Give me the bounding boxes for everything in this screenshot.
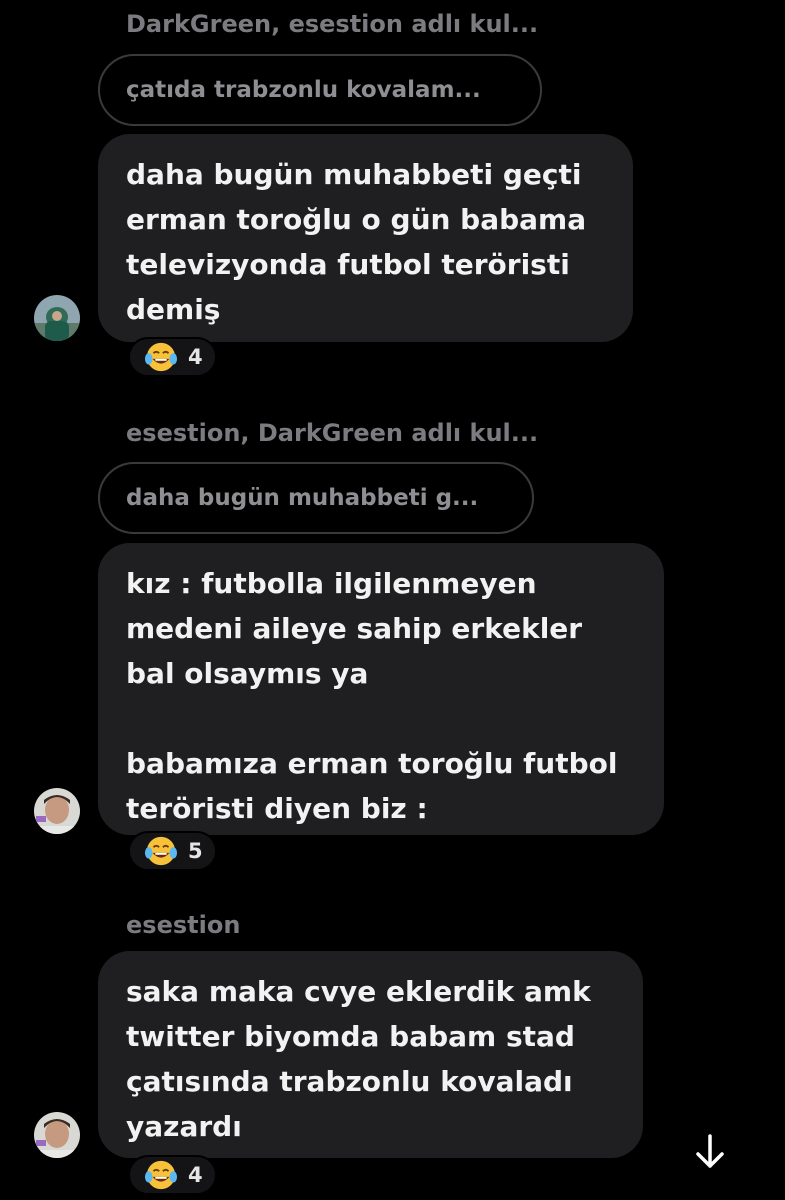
face-with-tears-of-joy-emoji <box>144 1160 178 1190</box>
avatar[interactable] <box>34 788 80 834</box>
avatar-esestion-image <box>34 1112 80 1158</box>
reply-preview-text: daha bugün muhabbeti g... <box>126 485 479 511</box>
scroll-to-bottom-button[interactable] <box>690 1132 730 1172</box>
reply-preview[interactable]: çatıda trabzonlu kovalam... <box>98 54 542 126</box>
face-with-tears-of-joy-emoji <box>144 342 178 372</box>
avatar-esestion-image <box>34 788 80 834</box>
reaction-count: 5 <box>188 839 203 863</box>
reaction-chip[interactable]: 5 <box>128 831 217 871</box>
message-bubble[interactable]: saka maka cvye eklerdik amk twitter biyo… <box>98 951 643 1158</box>
reaction-count: 4 <box>188 1163 203 1187</box>
message-bubble[interactable]: daha bugün muhabbeti geçti erman toroğlu… <box>98 134 633 342</box>
sender-line: esestion <box>126 911 241 939</box>
reaction-chip[interactable]: 4 <box>128 1155 217 1195</box>
avatar[interactable] <box>34 295 80 341</box>
sender-line: DarkGreen, esestion adlı kul... <box>126 10 539 38</box>
sender-line: esestion, DarkGreen adlı kul... <box>126 419 539 447</box>
reply-preview-text: çatıda trabzonlu kovalam... <box>126 77 481 103</box>
face-with-tears-of-joy-emoji <box>144 836 178 866</box>
message-bubble[interactable]: kız : futbolla ilgilenmeyen medeni ailey… <box>98 543 664 835</box>
avatar-darkgreen-image <box>34 295 80 341</box>
reaction-count: 4 <box>188 345 203 369</box>
arrow-down-icon <box>696 1134 724 1168</box>
reply-preview[interactable]: daha bugün muhabbeti g... <box>98 462 534 534</box>
avatar[interactable] <box>34 1112 80 1158</box>
reaction-chip[interactable]: 4 <box>128 337 217 377</box>
